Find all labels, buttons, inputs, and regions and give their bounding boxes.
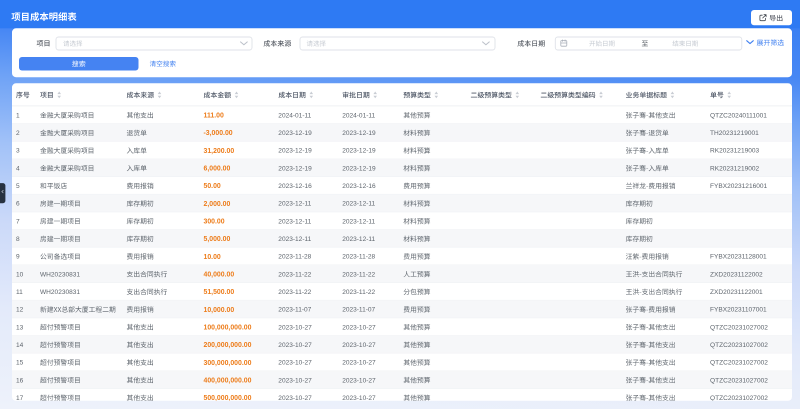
svg-text:2023-10-27: 2023-10-27 [278, 395, 312, 402]
svg-text:WH20230831: WH20230831 [40, 271, 80, 278]
svg-text:2023-12-19: 2023-12-19 [342, 148, 376, 155]
svg-text:2023-11-22: 2023-11-22 [342, 271, 375, 278]
svg-text:51,500.00: 51,500.00 [204, 289, 235, 296]
svg-text:7: 7 [16, 218, 20, 225]
svg-text:40,000.00: 40,000.00 [204, 271, 235, 278]
svg-text:2023-10-27: 2023-10-27 [342, 360, 376, 367]
svg-text:400,000,000.00: 400,000,000.00 [204, 377, 252, 384]
svg-text:2023-10-27: 2023-10-27 [342, 377, 376, 384]
svg-text:RK20231219003: RK20231219003 [710, 148, 760, 155]
svg-text:2023-11-22: 2023-11-22 [342, 289, 375, 296]
svg-text:2023-11-28: 2023-11-28 [278, 254, 311, 261]
svg-text:4: 4 [16, 165, 20, 172]
svg-text:300,000,000.00: 300,000,000.00 [204, 360, 252, 367]
svg-text:QTZC20231027002: QTZC20231027002 [710, 360, 768, 367]
svg-text:TH20231219001: TH20231219001 [710, 130, 759, 137]
svg-text:2023-11-07: 2023-11-07 [342, 307, 375, 314]
svg-text:200,000,000.00: 200,000,000.00 [204, 342, 252, 349]
svg-text:FYBX20231216001: FYBX20231216001 [710, 183, 768, 190]
svg-text:2023-12-19: 2023-12-19 [342, 130, 376, 137]
svg-text:2023-12-19: 2023-12-19 [278, 130, 312, 137]
svg-text:2,000.00: 2,000.00 [204, 201, 231, 208]
svg-text:2023-12-16: 2023-12-16 [342, 183, 376, 190]
svg-text:6,000.00: 6,000.00 [204, 165, 231, 172]
svg-text:QTZC20231027002: QTZC20231027002 [710, 395, 768, 402]
svg-text:10.00: 10.00 [204, 254, 221, 261]
svg-text:QTZC20231027002: QTZC20231027002 [710, 377, 768, 384]
svg-text:10: 10 [16, 271, 24, 278]
svg-text:2023-10-27: 2023-10-27 [278, 377, 312, 384]
svg-text:2: 2 [16, 130, 20, 137]
svg-text:11: 11 [16, 289, 23, 296]
svg-text:RK20231219002: RK20231219002 [710, 165, 760, 172]
svg-text:2023-10-27: 2023-10-27 [278, 342, 312, 349]
svg-text:QTZC20231027002: QTZC20231027002 [710, 324, 768, 331]
svg-text:111.00: 111.00 [204, 113, 224, 120]
svg-text:2023-12-19: 2023-12-19 [278, 165, 312, 172]
svg-text:2023-11-22: 2023-11-22 [278, 271, 311, 278]
svg-text:14: 14 [16, 342, 24, 349]
svg-text:2023-10-27: 2023-10-27 [278, 360, 312, 367]
svg-text:2023-12-16: 2023-12-16 [278, 183, 312, 190]
svg-text:WH20230831: WH20230831 [40, 289, 80, 296]
svg-text:50.00: 50.00 [204, 183, 221, 190]
svg-text:2023-12-19: 2023-12-19 [342, 165, 376, 172]
svg-text:2024-01-11: 2024-01-11 [278, 112, 311, 119]
svg-text:-3,000.00: -3,000.00 [204, 130, 233, 137]
svg-text:10,000.00: 10,000.00 [204, 307, 235, 314]
svg-text:6: 6 [16, 201, 20, 208]
svg-text:QTZC20240111001: QTZC20240111001 [710, 112, 767, 119]
svg-text:2023-11-22: 2023-11-22 [278, 289, 311, 296]
svg-text:2023-10-27: 2023-10-27 [342, 342, 376, 349]
svg-text:9: 9 [16, 254, 20, 261]
svg-text:8: 8 [16, 236, 20, 243]
svg-text:31,200.00: 31,200.00 [204, 148, 235, 155]
svg-text:2023-11-28: 2023-11-28 [342, 254, 375, 261]
svg-text:2023-12-11: 2023-12-11 [342, 201, 375, 208]
svg-text:ZXD20231122001: ZXD20231122001 [710, 289, 763, 296]
svg-text:2023-10-27: 2023-10-27 [278, 324, 312, 331]
svg-text:2023-12-11: 2023-12-11 [278, 218, 311, 225]
svg-text:500,000,000.00: 500,000,000.00 [204, 395, 252, 402]
svg-text:15: 15 [16, 360, 24, 367]
svg-text:300.00: 300.00 [204, 218, 225, 225]
svg-text:2023-12-19: 2023-12-19 [278, 148, 312, 155]
svg-text:ZXD20231122002: ZXD20231122002 [710, 271, 763, 278]
svg-text:2023-10-27: 2023-10-27 [342, 324, 376, 331]
svg-text:17: 17 [16, 395, 24, 402]
svg-text:13: 13 [16, 324, 24, 331]
svg-text:2023-12-11: 2023-12-11 [278, 201, 311, 208]
svg-text:1: 1 [16, 112, 20, 119]
svg-text:100,000,000.00: 100,000,000.00 [204, 324, 252, 331]
svg-text:FYBX20231107001: FYBX20231107001 [710, 307, 767, 314]
svg-text:16: 16 [16, 377, 24, 384]
svg-text:2023-12-11: 2023-12-11 [278, 236, 311, 243]
svg-text:2023-12-11: 2023-12-11 [342, 236, 375, 243]
svg-text:2024-01-11: 2024-01-11 [342, 112, 375, 119]
svg-text:FYBX20231128001: FYBX20231128001 [710, 254, 767, 261]
svg-text:12: 12 [16, 307, 24, 314]
svg-text:2023-11-07: 2023-11-07 [278, 307, 311, 314]
svg-text:2023-10-27: 2023-10-27 [342, 395, 376, 402]
svg-text:2023-12-11: 2023-12-11 [342, 218, 375, 225]
svg-text:QTZC20231027002: QTZC20231027002 [710, 342, 768, 349]
svg-text:5: 5 [16, 183, 20, 190]
svg-text:5,000.00: 5,000.00 [204, 236, 231, 243]
svg-text:3: 3 [16, 148, 20, 155]
